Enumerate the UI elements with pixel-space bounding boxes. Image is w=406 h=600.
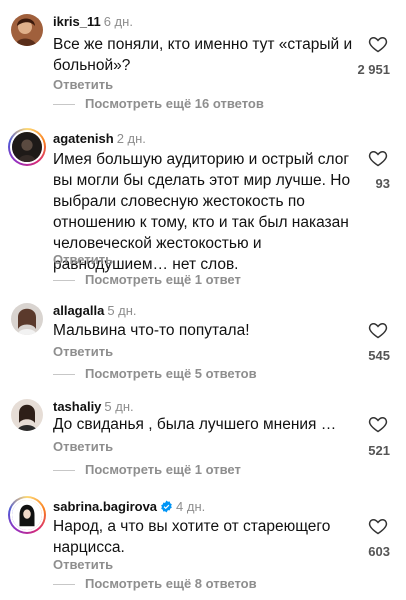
reply-button[interactable]: Ответить <box>53 77 113 92</box>
view-more-replies-button[interactable]: Посмотреть ещё 5 ответов <box>53 366 257 381</box>
view-more-replies-button[interactable]: Посмотреть ещё 16 ответов <box>53 96 264 111</box>
user-avatar-icon[interactable] <box>11 303 43 335</box>
reply-button[interactable]: Ответить <box>53 439 113 454</box>
replies-divider <box>53 374 75 376</box>
view-more-replies-label: Посмотреть ещё 1 ответ <box>85 462 241 477</box>
replies-divider <box>53 584 75 586</box>
comment-header: sabrina.bagirova 4 дн. <box>53 499 205 515</box>
like-heart-icon[interactable] <box>368 516 388 536</box>
replies-divider <box>53 280 75 282</box>
comment-text: Народ, а что вы хотите от стареющего нар… <box>53 518 331 556</box>
verified-badge-icon <box>161 500 172 513</box>
like-count: 93 <box>375 176 390 191</box>
like-count: 545 <box>368 348 390 363</box>
comment-username[interactable]: sabrina.bagirova <box>53 499 157 514</box>
comment-header: ikris_11 6 дн. <box>53 14 133 30</box>
like-heart-icon[interactable] <box>368 320 388 340</box>
comment-username[interactable]: allagalla <box>53 303 104 318</box>
view-more-replies-label: Посмотреть ещё 8 ответов <box>85 576 257 591</box>
comment-header: allagalla 5 дн. <box>53 303 137 319</box>
comment-text: До свиданья , была лучшего мнения … <box>53 416 337 433</box>
comment-username[interactable]: ikris_11 <box>53 14 101 29</box>
comment-username[interactable]: agatenish <box>53 131 114 146</box>
like-count: 2 951 <box>357 62 390 77</box>
comment-time: 2 дн. <box>116 131 146 146</box>
like-heart-icon[interactable] <box>368 414 388 434</box>
comment-time: 5 дн. <box>104 399 134 414</box>
user-avatar-icon[interactable] <box>11 399 43 431</box>
comment-time: 5 дн. <box>107 303 137 318</box>
reply-button[interactable]: Ответить <box>53 252 113 267</box>
view-more-replies-button[interactable]: Посмотреть ещё 8 ответов <box>53 576 257 591</box>
replies-divider <box>53 470 75 472</box>
user-avatar-icon[interactable] <box>8 496 46 534</box>
comment-text: Все же поняли, кто именно тут «старый и … <box>53 36 353 74</box>
comment-text: Мальвина что-то попутала! <box>53 322 250 339</box>
replies-divider <box>53 104 75 106</box>
view-more-replies-button[interactable]: Посмотреть ещё 1 ответ <box>53 462 241 477</box>
reply-button[interactable]: Ответить <box>53 344 113 359</box>
like-count: 521 <box>368 443 390 458</box>
view-more-replies-label: Посмотреть ещё 16 ответов <box>85 96 264 111</box>
comment-time: 6 дн. <box>103 14 133 29</box>
comment-username[interactable]: tashaliy <box>53 399 101 414</box>
user-avatar-icon[interactable] <box>11 14 43 46</box>
view-more-replies-button[interactable]: Посмотреть ещё 1 ответ <box>53 272 241 287</box>
like-heart-icon[interactable] <box>368 34 388 54</box>
comment-header: tashaliy 5 дн. <box>53 399 134 415</box>
like-heart-icon[interactable] <box>368 148 388 168</box>
comment-header: agatenish 2 дн. <box>53 131 146 147</box>
like-count: 603 <box>368 544 390 559</box>
comment-time: 4 дн. <box>176 499 206 514</box>
reply-button[interactable]: Ответить <box>53 557 113 572</box>
view-more-replies-label: Посмотреть ещё 5 ответов <box>85 366 257 381</box>
view-more-replies-label: Посмотреть ещё 1 ответ <box>85 272 241 287</box>
user-avatar-icon[interactable] <box>8 128 46 166</box>
